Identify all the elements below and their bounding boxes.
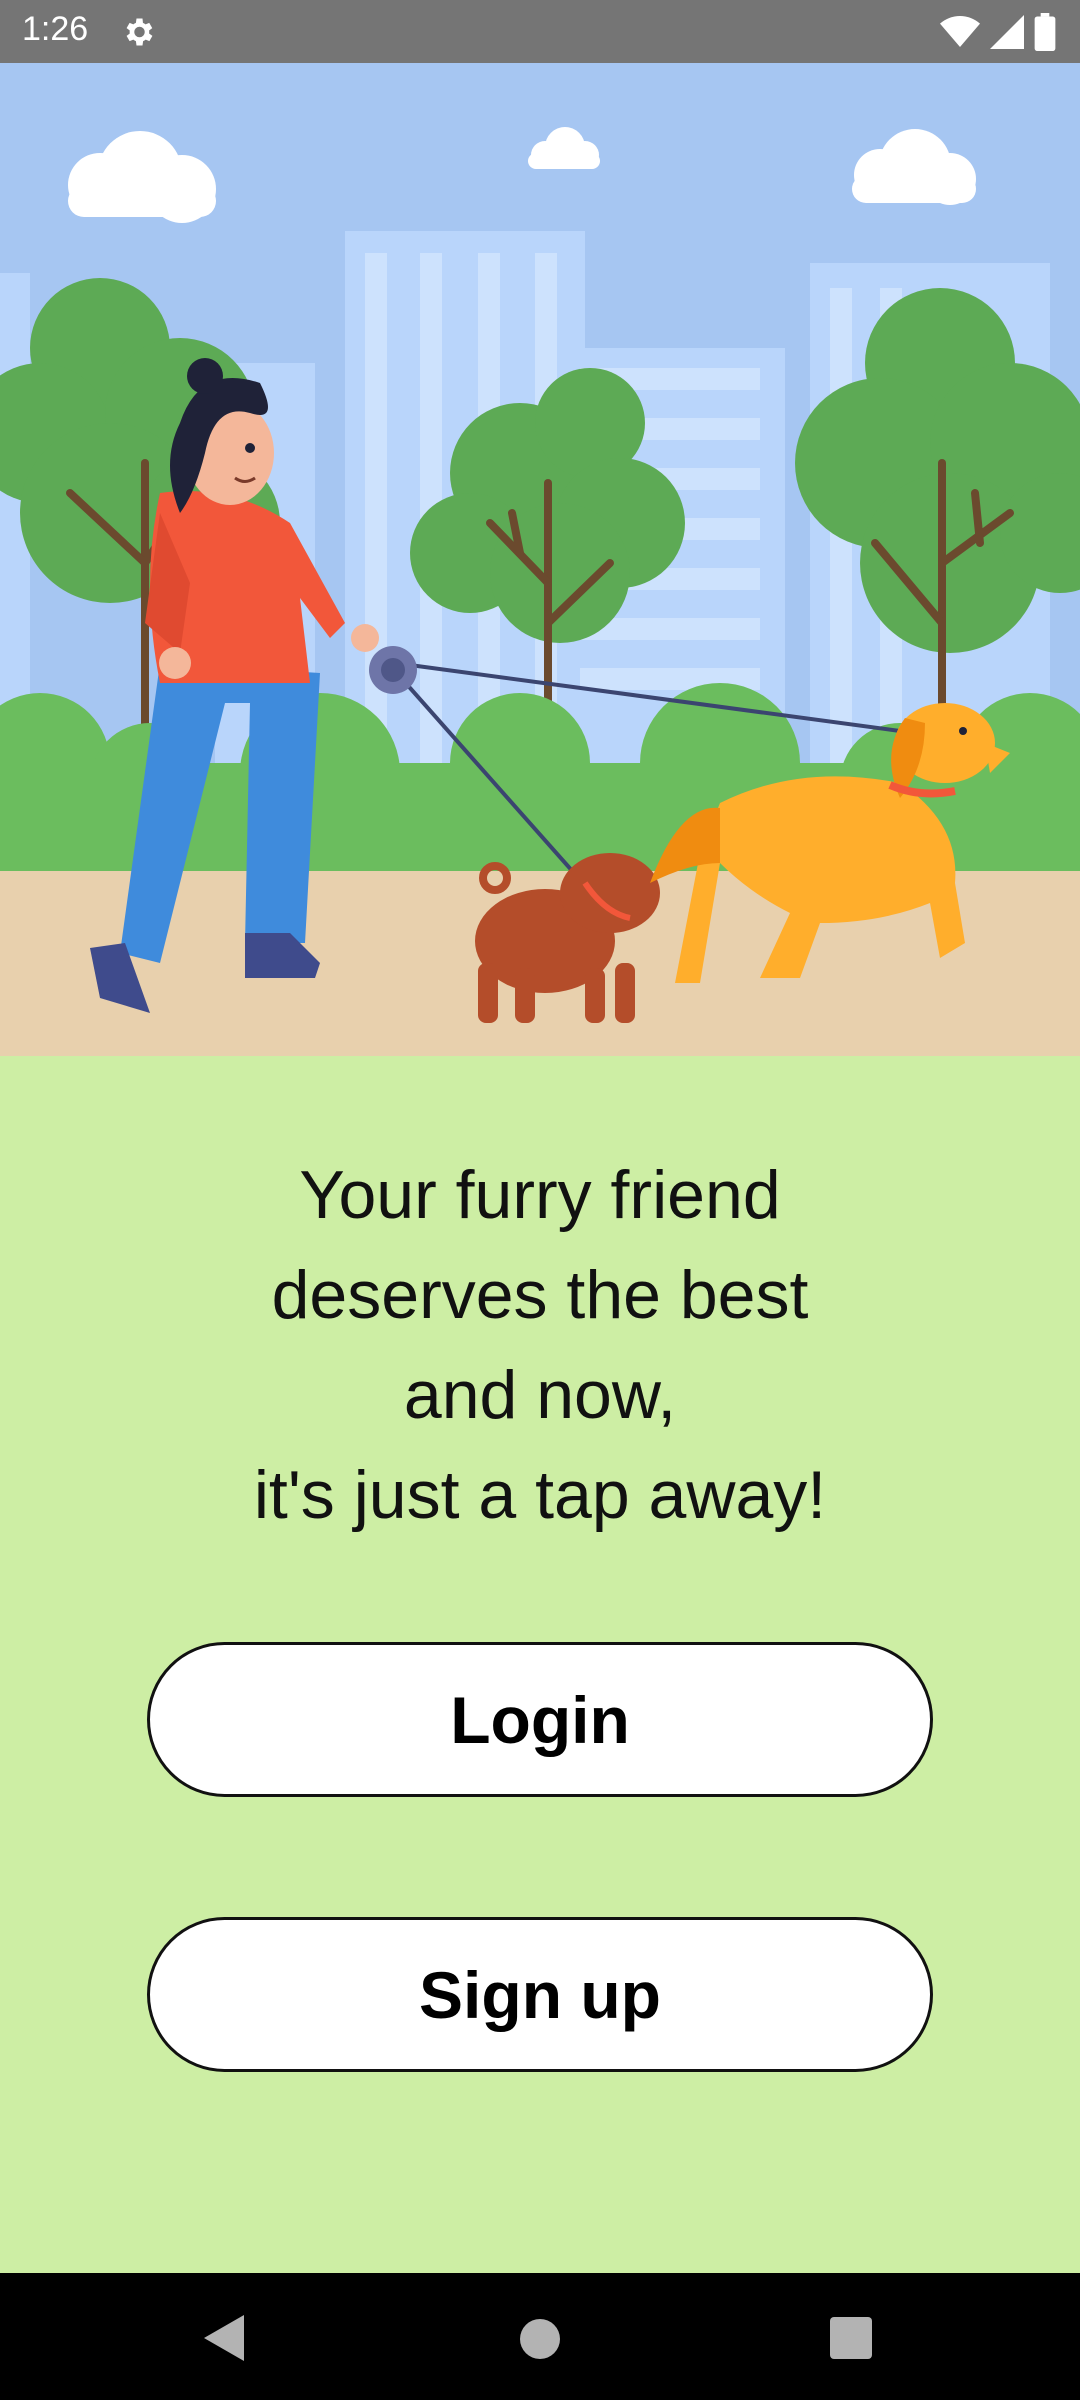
wifi-icon: [940, 16, 980, 47]
navigation-bar: [0, 2273, 1080, 2400]
login-button[interactable]: Login: [147, 1642, 933, 1797]
recents-icon[interactable]: [830, 2317, 872, 2359]
tagline-line-4: it's just a tap away!: [253, 1457, 827, 1533]
settings-icon: [126, 18, 153, 46]
signal-icon: [990, 15, 1024, 49]
tagline: Your furry friend deserves the best and …: [0, 1145, 1080, 1545]
hero-illustration: [0, 63, 1080, 1056]
back-icon[interactable]: [204, 2315, 244, 2361]
status-icons: [940, 12, 1056, 52]
tagline-line-1: Your furry friend: [299, 1157, 781, 1233]
signup-button[interactable]: Sign up: [147, 1917, 933, 2072]
park-illustration: [0, 63, 1080, 1056]
tagline-line-2: deserves the best: [271, 1257, 809, 1333]
home-icon[interactable]: [520, 2319, 560, 2359]
tagline-line-3: and now,: [403, 1357, 677, 1433]
status-bar: 1:26: [0, 0, 1080, 63]
welcome-screen: 1:26 Your furry friend deserves the best…: [0, 0, 1080, 2400]
status-time: 1:26: [22, 10, 89, 48]
battery-icon: [1034, 13, 1056, 51]
